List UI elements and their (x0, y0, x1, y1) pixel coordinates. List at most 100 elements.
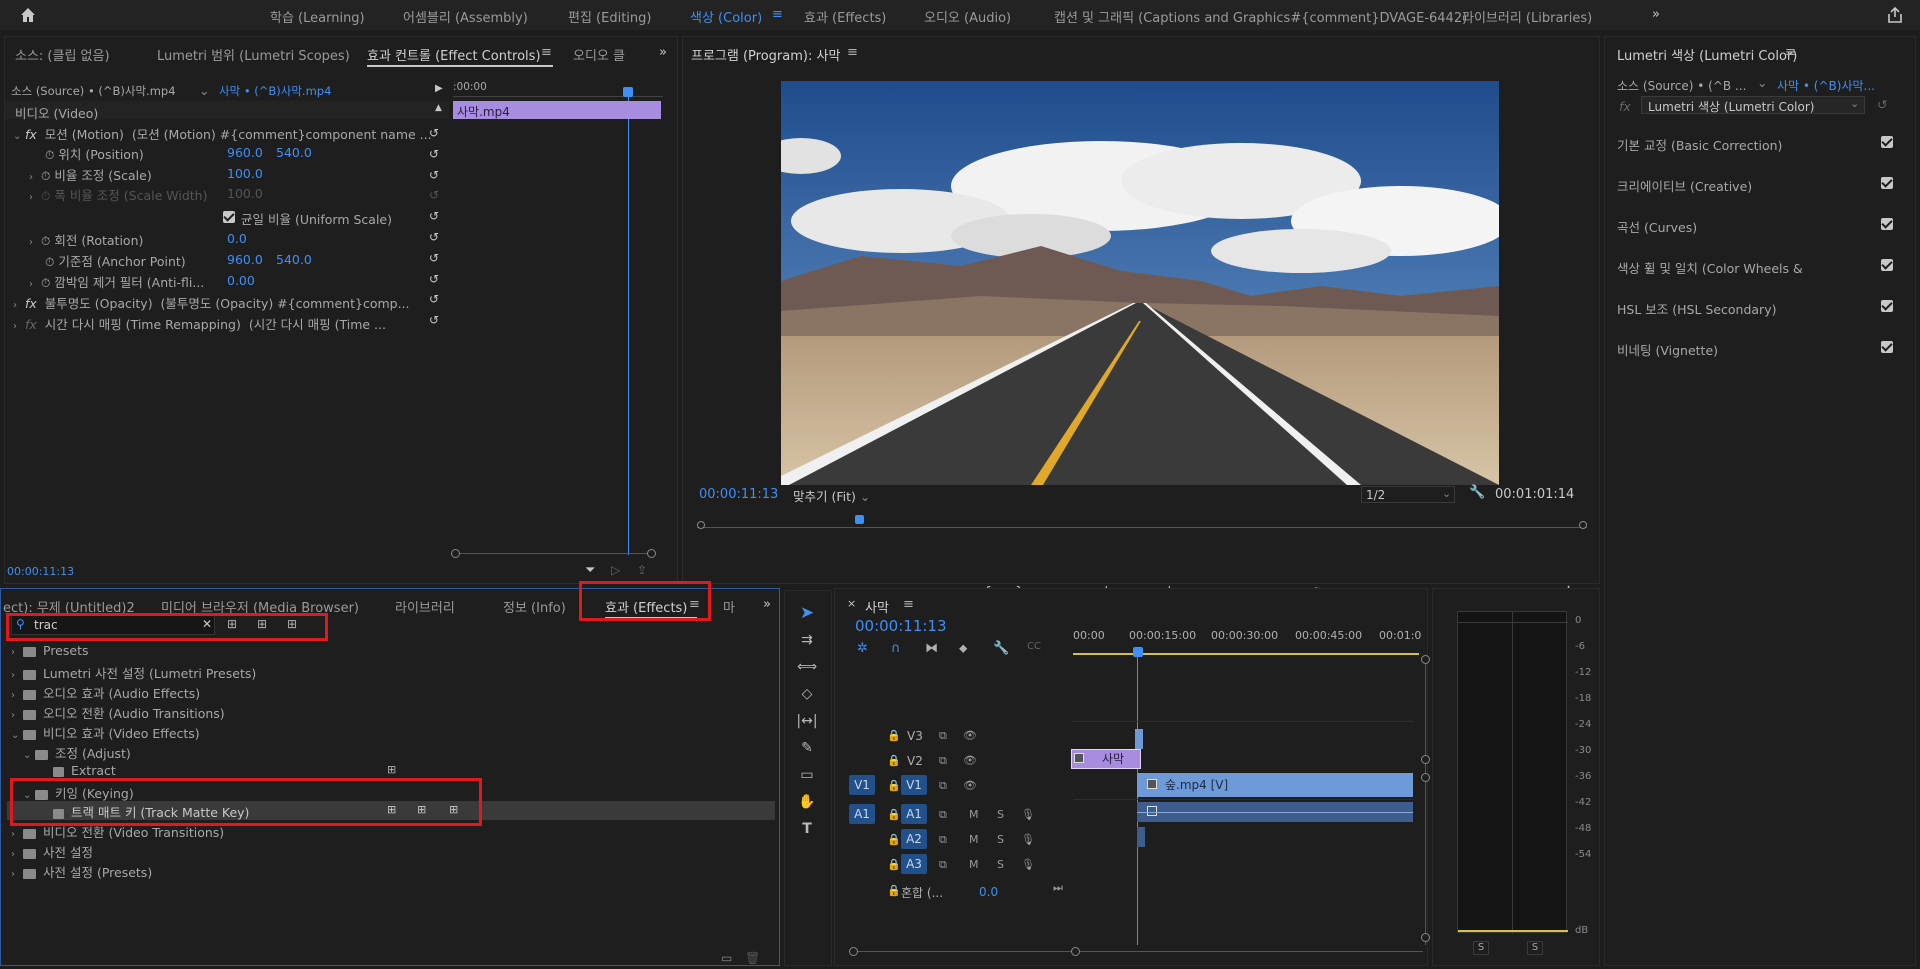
lock-icon[interactable]: 🔒 (887, 754, 901, 767)
hand-tool-icon[interactable]: ✋ (796, 791, 818, 813)
new-bin-icon[interactable]: ▭ (721, 951, 732, 965)
ec-scrollbar[interactable] (451, 549, 656, 559)
clip-a1[interactable] (1137, 802, 1413, 822)
eye-icon[interactable]: 👁 (963, 754, 977, 767)
lock-icon[interactable]: 🔒 (887, 858, 901, 871)
tab-lumetri-scopes[interactable]: Lumetri 범위 (Lumetri Scopes) (157, 45, 350, 64)
hsl-secondary-checkbox[interactable] (1881, 300, 1893, 312)
reset-icons-column[interactable]: ↺ ↺ ↺ ↺ ↺ ↺ ↺ ↺ ↺ ↺ (429, 123, 443, 331)
stopwatch-icon[interactable]: ⏱ (45, 255, 54, 270)
track-select-tool-icon[interactable]: ⇉ (796, 629, 818, 651)
section-creative[interactable]: 크리에이티브 (Creative) (1617, 176, 1752, 195)
tree-item-adjust[interactable]: ⌄ 조정 (Adjust) (23, 743, 131, 762)
reset-icon[interactable]: ↺ (1877, 97, 1887, 112)
workspace-editing[interactable]: 편집 (Editing) (568, 7, 651, 26)
section-hsl-secondary[interactable]: HSL 보조 (HSL Secondary) (1617, 299, 1776, 318)
program-playhead[interactable] (855, 515, 864, 524)
workspace-libraries[interactable]: 라이브러리 (Libraries) (1462, 7, 1592, 26)
source-patch-v1[interactable]: V1 (849, 775, 875, 795)
ec-row-motion[interactable]: ⌄ fx 모션 (Motion) (모션 (Motion) #{comment}c… (13, 124, 432, 143)
tree-item-presets-ko[interactable]: › 사전 설정 (11, 842, 93, 861)
timeline-playhead[interactable] (1133, 647, 1143, 657)
workspace-audio[interactable]: 오디오 (Audio) (924, 7, 1011, 26)
sync-lock-icon[interactable]: ⧉ (939, 808, 947, 822)
tab-audio-clip[interactable]: 오디오 클 (573, 45, 625, 64)
creative-checkbox[interactable] (1881, 177, 1893, 189)
track-v1-label[interactable]: V1 (901, 775, 927, 795)
nest-toggle-icon[interactable]: ✲ (857, 641, 868, 656)
clip-a2-stub[interactable] (1137, 827, 1145, 847)
workspace-color[interactable]: 색상 (Color) (690, 7, 762, 26)
type-tool-icon[interactable]: T (796, 818, 818, 840)
mute-button[interactable]: M (969, 808, 979, 821)
effect-controls-menu-icon[interactable]: ≡ (541, 45, 552, 60)
more-tabs-icon[interactable]: » (763, 597, 771, 612)
ec-timecode[interactable]: 00:00:11:13 (7, 565, 74, 578)
ec-clip-bar[interactable]: 사막.mp4 (453, 101, 661, 119)
vignette-checkbox[interactable] (1881, 341, 1893, 353)
workspace-learning[interactable]: 학습 (Learning) (270, 7, 365, 26)
solo-right-button[interactable]: S (1527, 941, 1543, 955)
play-only-icon[interactable]: ▶ (435, 83, 443, 94)
clip-v3-stub[interactable] (1135, 729, 1143, 749)
lumetri-menu-icon[interactable]: ≡ (1785, 45, 1796, 60)
sync-lock-icon[interactable]: ⧉ (939, 729, 947, 743)
tree-item-audio-transitions[interactable]: › 오디오 전환 (Audio Transitions) (11, 703, 225, 722)
ec-row-rotation[interactable]: › ⏱ 회전 (Rotation) (29, 230, 143, 249)
clip-v1[interactable]: 숲.mp4 [V] (1137, 773, 1413, 797)
section-basic-correction[interactable]: 기본 교정 (Basic Correction) (1617, 135, 1782, 154)
lumetri-effect-dropdown[interactable]: Lumetri 색상 (Lumetri Color) ⌄ (1641, 96, 1865, 114)
sequence-clip-label[interactable]: 사막 • (^B)사막.mp4 (219, 83, 331, 99)
tab-info[interactable]: 정보 (Info) (503, 597, 566, 616)
linked-selection-icon[interactable]: ⧓ (925, 641, 938, 656)
track-a1-label[interactable]: A1 (901, 804, 927, 824)
program-title[interactable]: 프로그램 (Program): 사막 (691, 45, 840, 64)
solo-left-button[interactable]: S (1473, 941, 1489, 955)
mix-value[interactable]: 0.0 (979, 885, 998, 899)
tree-item-video-effects[interactable]: ⌄ 비디오 효과 (Video Effects) (11, 723, 200, 742)
source-patch-a1[interactable]: A1 (849, 804, 875, 824)
more-tabs-icon[interactable]: » (659, 45, 667, 60)
ec-row-time-remap[interactable]: › fx 시간 다시 매핑 (Time Remapping) (시간 다시 매핑 … (13, 314, 386, 333)
program-timecode[interactable]: 00:00:11:13 (699, 487, 778, 502)
timeline-v-scrollbar[interactable] (1421, 655, 1431, 945)
tree-item-presets-both[interactable]: › 사전 설정 (Presets) (11, 862, 152, 881)
rectangle-tool-icon[interactable]: ▭ (796, 764, 818, 786)
program-video-frame[interactable] (781, 81, 1499, 485)
chevron-down-icon[interactable]: ⌄ (199, 83, 209, 98)
position-x-value[interactable]: 960.0 (227, 145, 263, 160)
anchor-x-value[interactable]: 960.0 (227, 252, 263, 267)
solo-button[interactable]: S (997, 833, 1004, 846)
more-workspaces-icon[interactable]: » (1652, 7, 1660, 22)
tab-libraries[interactable]: 라이브러리 (395, 597, 455, 616)
timeline-timecode[interactable]: 00:00:11:13 (855, 617, 947, 635)
mic-icon[interactable]: 🎙 (1021, 833, 1035, 846)
eye-icon[interactable]: 👁 (963, 779, 977, 792)
home-icon[interactable] (18, 5, 38, 25)
close-icon[interactable]: × (847, 597, 856, 610)
timeline-h-scrollbar[interactable] (849, 947, 1423, 957)
ripple-edit-tool-icon[interactable]: ⟺ (796, 656, 818, 678)
add-marker-icon[interactable]: ⬥ (959, 641, 967, 656)
lock-icon[interactable]: 🔒 (887, 833, 901, 846)
stopwatch-icon[interactable]: ⏱ (41, 169, 50, 184)
rotation-value[interactable]: 0.0 (227, 231, 247, 246)
solo-button[interactable]: S (997, 858, 1004, 871)
lumetri-title[interactable]: Lumetri 색상 (Lumetri Color) (1617, 45, 1797, 64)
ec-playhead-handle[interactable] (623, 87, 633, 97)
tab-source[interactable]: 소스: (클립 없음) (15, 45, 110, 64)
sync-lock-icon[interactable]: ⧉ (939, 833, 947, 847)
timeline-menu-icon[interactable]: ≡ (903, 597, 914, 612)
slip-tool-icon[interactable]: |↔| (796, 710, 818, 732)
selection-tool-icon[interactable]: ➤ (796, 602, 818, 624)
tree-item-lumetri-presets[interactable]: › Lumetri 사전 설정 (Lumetri Presets) (11, 663, 256, 682)
ec-row-anchor[interactable]: ⏱ 기준점 (Anchor Point) (45, 251, 186, 270)
antiflicker-value[interactable]: 0.00 (227, 273, 255, 288)
tree-item-audio-effects[interactable]: › 오디오 효과 (Audio Effects) (11, 683, 200, 702)
sync-lock-icon[interactable]: ⧉ (939, 858, 947, 872)
track-a3-label[interactable]: A3 (901, 854, 927, 874)
tab-markers[interactable]: 마 (723, 597, 735, 616)
collapse-up-icon[interactable]: ▲ (435, 103, 442, 113)
uniform-scale-checkbox[interactable] (223, 211, 235, 223)
tree-item-extract[interactable]: Extract (53, 763, 116, 778)
